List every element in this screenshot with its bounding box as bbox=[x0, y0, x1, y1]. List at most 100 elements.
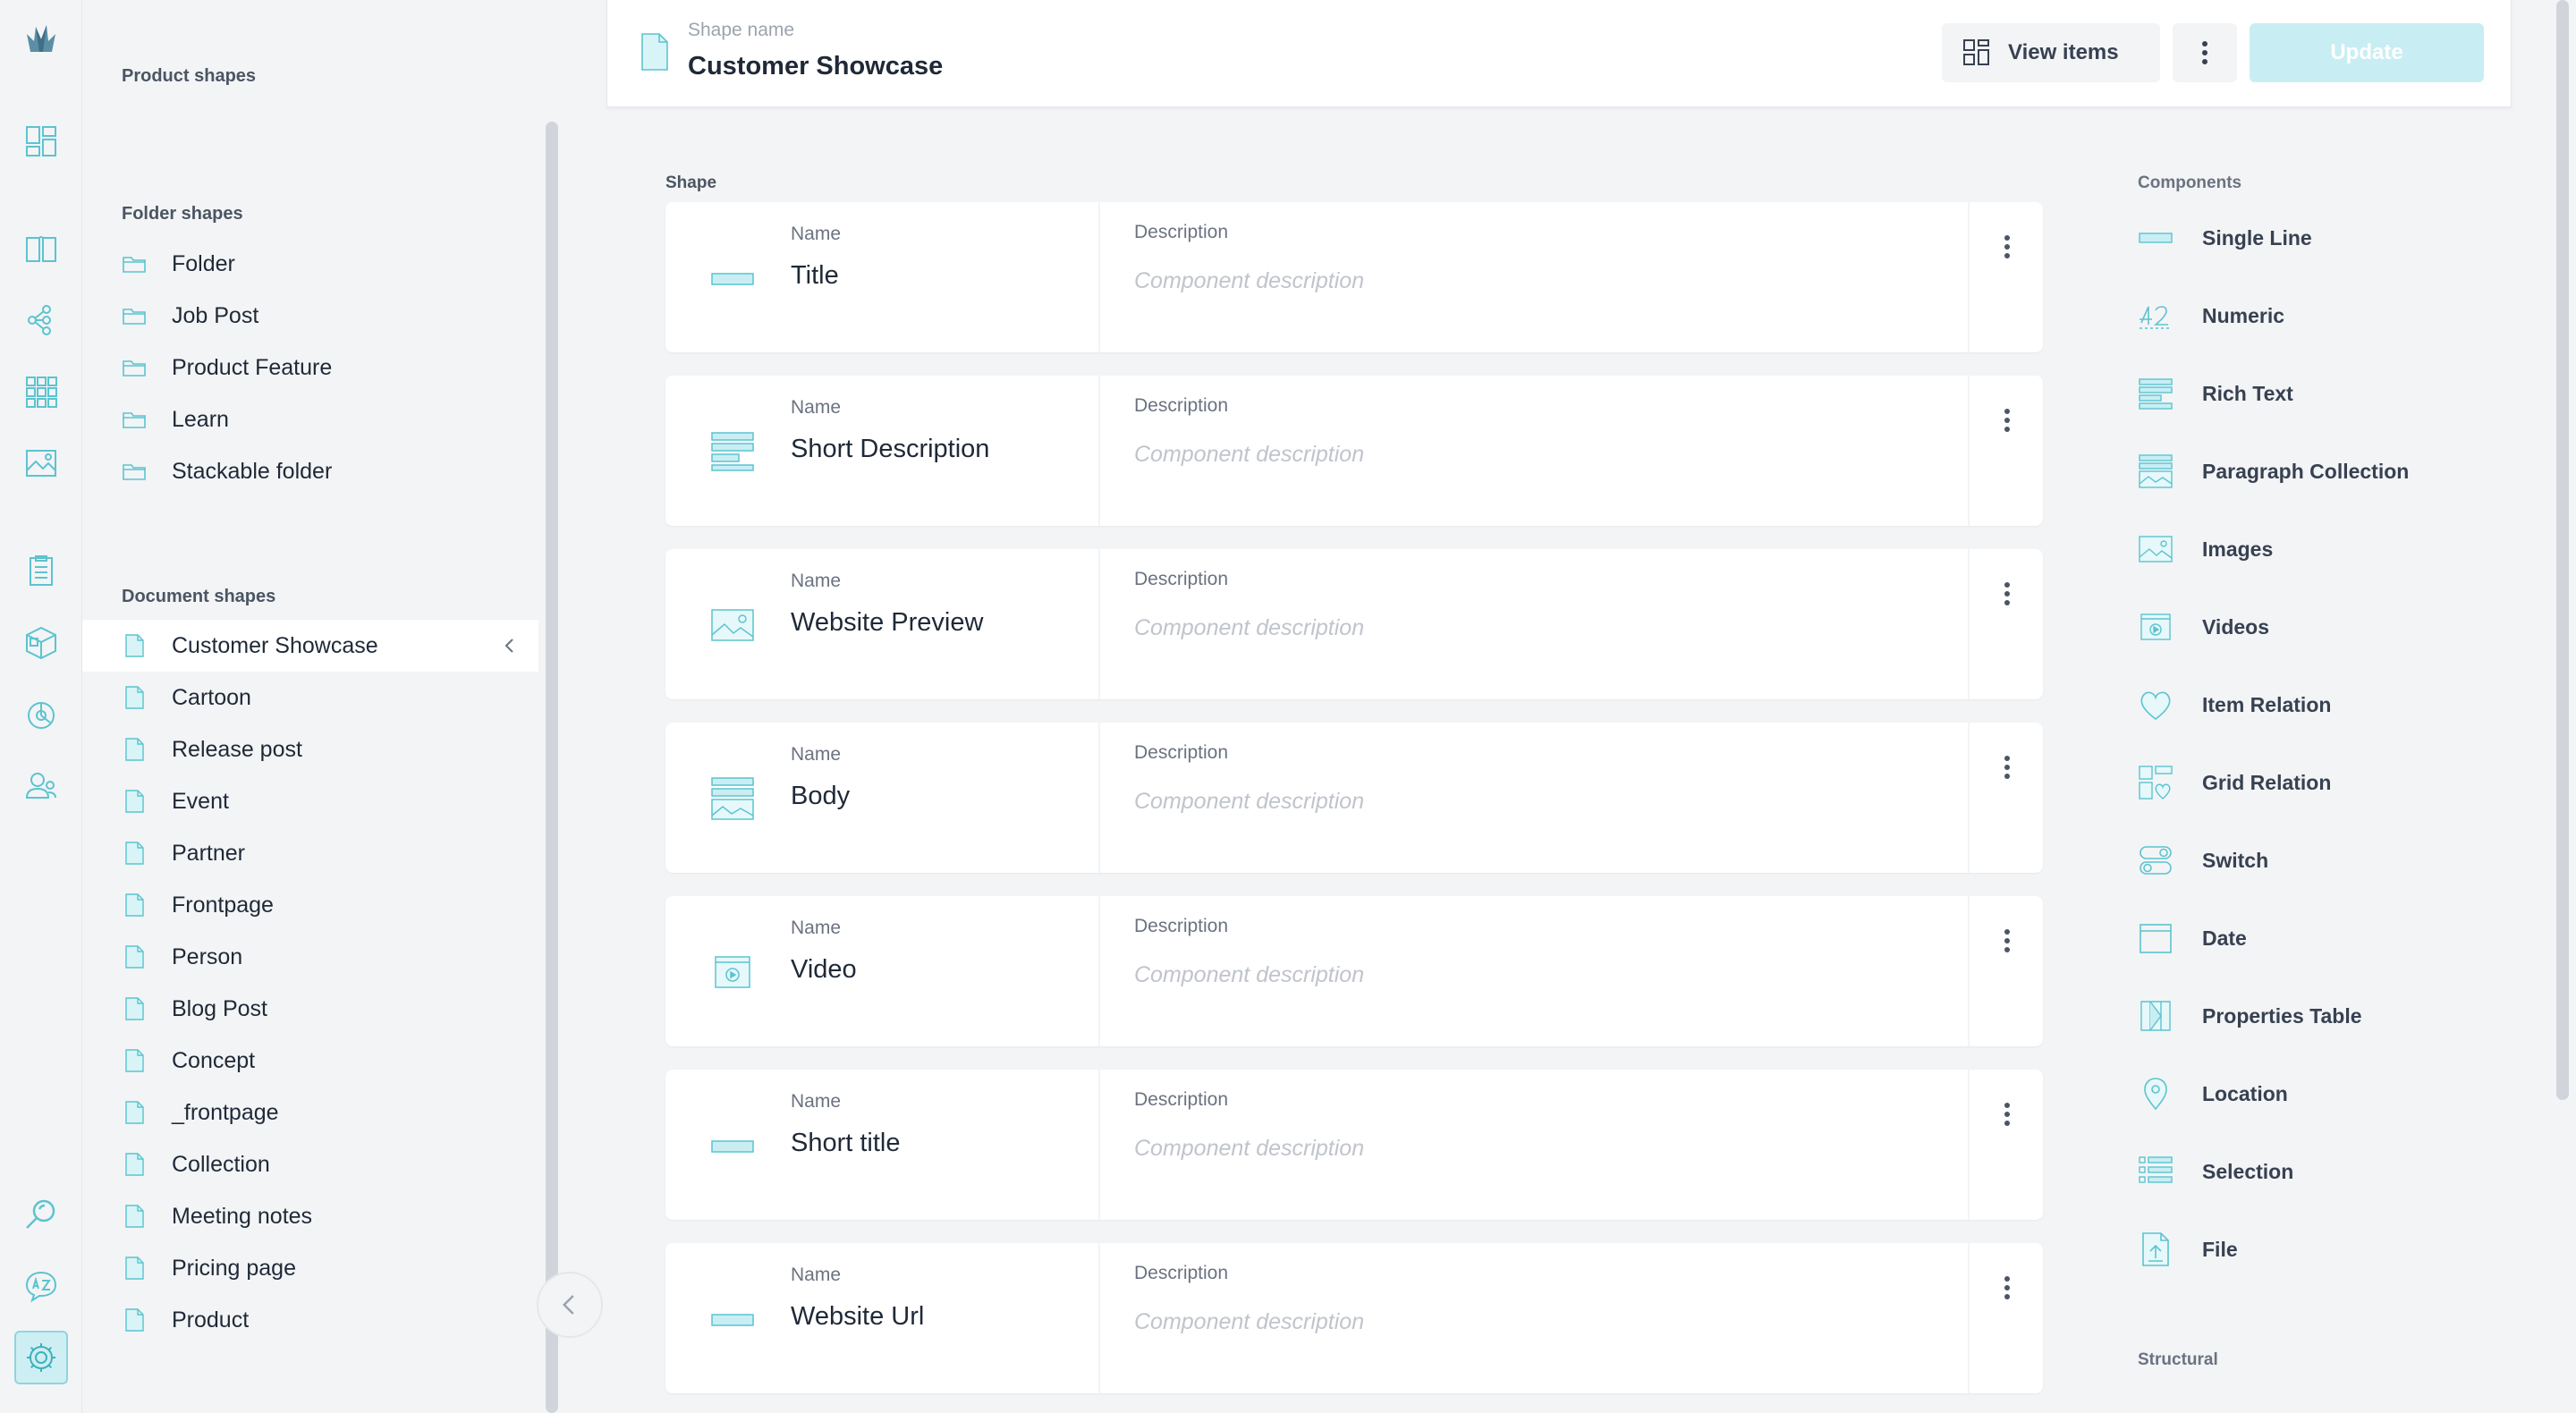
component-description-input[interactable]: Component description bbox=[1134, 615, 1364, 641]
component-name[interactable]: Short Description bbox=[791, 435, 989, 464]
collapse-sidebar-button[interactable] bbox=[537, 1272, 603, 1338]
shape-item-label: Person bbox=[172, 943, 243, 969]
document-icon bbox=[122, 893, 147, 918]
chevron-left-icon[interactable] bbox=[499, 635, 521, 656]
single-line-icon bbox=[710, 1297, 755, 1341]
view-items-button[interactable]: View items bbox=[1942, 23, 2160, 82]
document-icon bbox=[122, 996, 147, 1021]
component-menu-button[interactable] bbox=[1989, 749, 2025, 785]
document-shape-item[interactable]: _frontpage bbox=[82, 1087, 538, 1138]
document-shape-item[interactable]: Cartoon bbox=[82, 672, 538, 723]
document-shape-item[interactable]: Partner bbox=[82, 827, 538, 879]
component-card[interactable]: Name Short Description Description Compo… bbox=[665, 376, 2043, 526]
page-scrollbar[interactable] bbox=[2556, 0, 2569, 1100]
grids-icon[interactable] bbox=[14, 365, 68, 419]
document-icon bbox=[122, 633, 147, 658]
catalogue-icon[interactable] bbox=[14, 222, 68, 275]
palette-item-location[interactable]: Location bbox=[2138, 1067, 2288, 1121]
component-name[interactable]: Website Url bbox=[791, 1302, 924, 1332]
grid-items-icon bbox=[1963, 39, 1989, 65]
crystallize-logo-icon[interactable] bbox=[14, 13, 68, 66]
component-menu-button[interactable] bbox=[1989, 229, 2025, 265]
document-shape-item[interactable]: Release post bbox=[82, 723, 538, 775]
component-menu-button[interactable] bbox=[1989, 402, 2025, 438]
component-description-input[interactable]: Component description bbox=[1134, 268, 1364, 294]
component-menu-button[interactable] bbox=[1989, 576, 2025, 612]
palette-item-item-relation[interactable]: Item Relation bbox=[2138, 678, 2331, 732]
palette-item-file[interactable]: File bbox=[2138, 1223, 2238, 1276]
palette-item-images[interactable]: Images bbox=[2138, 522, 2273, 576]
folder-shape-item[interactable]: Product Feature bbox=[82, 342, 538, 393]
component-card[interactable]: Name Short title Description Component d… bbox=[665, 1070, 2043, 1220]
palette-item-numeric[interactable]: Numeric bbox=[2138, 289, 2284, 343]
document-shape-item[interactable]: Collection bbox=[82, 1138, 538, 1190]
videos-icon bbox=[710, 950, 755, 994]
palette-item-rich-text[interactable]: Rich Text bbox=[2138, 367, 2293, 420]
component-menu-button[interactable] bbox=[1989, 1096, 2025, 1132]
palette-item-grid-relation[interactable]: Grid Relation bbox=[2138, 756, 2331, 809]
customers-icon[interactable] bbox=[14, 758, 68, 812]
palette-item-properties-table[interactable]: Properties Table bbox=[2138, 989, 2362, 1043]
settings-gear-icon[interactable] bbox=[14, 1331, 68, 1384]
folder-shape-item[interactable]: Learn bbox=[82, 393, 538, 445]
shape-item-label: Blog Post bbox=[172, 995, 268, 1021]
component-description-input[interactable]: Component description bbox=[1134, 789, 1364, 815]
divider bbox=[1098, 376, 1100, 526]
document-shape-item[interactable]: Blog Post bbox=[82, 983, 538, 1035]
palette-item-selection[interactable]: Selection bbox=[2138, 1145, 2293, 1198]
topics-icon[interactable] bbox=[14, 293, 68, 347]
fulfilment-icon[interactable] bbox=[14, 615, 68, 669]
properties-table-icon bbox=[2138, 998, 2174, 1034]
dashboard-icon[interactable] bbox=[14, 114, 68, 168]
shape-name-value[interactable]: Customer Showcase bbox=[688, 52, 943, 81]
component-card[interactable]: Name Body Description Component descript… bbox=[665, 723, 2043, 873]
document-shape-item[interactable]: Product bbox=[82, 1294, 538, 1346]
document-shape-item[interactable]: Pricing page bbox=[82, 1242, 538, 1294]
palette-item-switch[interactable]: Switch bbox=[2138, 833, 2268, 887]
component-card[interactable]: Name Video Description Component descrip… bbox=[665, 896, 2043, 1046]
component-name[interactable]: Short title bbox=[791, 1129, 901, 1158]
sidebar-scrollbar[interactable] bbox=[546, 122, 558, 1413]
component-card[interactable]: Name Website Preview Description Compone… bbox=[665, 549, 2043, 699]
orders-icon[interactable] bbox=[14, 544, 68, 597]
document-shape-item[interactable]: Concept bbox=[82, 1035, 538, 1087]
numeric-icon bbox=[2138, 298, 2174, 334]
component-name-label: Name bbox=[791, 1265, 842, 1285]
component-menu-button[interactable] bbox=[1989, 1270, 2025, 1306]
component-name[interactable]: Website Preview bbox=[791, 608, 983, 638]
component-description-input[interactable]: Component description bbox=[1134, 1309, 1364, 1335]
document-shape-item[interactable]: Event bbox=[82, 775, 538, 827]
component-name[interactable]: Body bbox=[791, 782, 850, 811]
shape-item-label: Partner bbox=[172, 840, 245, 866]
component-name[interactable]: Title bbox=[791, 261, 839, 291]
structural-palette-title: Structural bbox=[2138, 1350, 2218, 1369]
grid-relation-icon bbox=[2138, 765, 2174, 800]
component-card[interactable]: Name Title Description Component descrip… bbox=[665, 202, 2043, 352]
search-icon[interactable] bbox=[14, 1188, 68, 1241]
component-description-input[interactable]: Component description bbox=[1134, 962, 1364, 988]
document-shape-item[interactable]: Meeting notes bbox=[82, 1190, 538, 1242]
palette-item-videos[interactable]: Videos bbox=[2138, 600, 2269, 654]
component-card[interactable]: Name Website Url Description Component d… bbox=[665, 1243, 2043, 1393]
more-options-button[interactable] bbox=[2173, 23, 2237, 82]
shape-item-label: Event bbox=[172, 788, 229, 814]
document-shape-item-selected[interactable]: Customer Showcase bbox=[82, 620, 538, 672]
translate-icon[interactable] bbox=[14, 1259, 68, 1313]
folder-shape-item[interactable]: Job Post bbox=[82, 290, 538, 342]
folder-shape-item[interactable]: Stackable folder bbox=[82, 445, 538, 497]
palette-item-date[interactable]: Date bbox=[2138, 911, 2247, 965]
update-button[interactable]: Update bbox=[2250, 23, 2484, 82]
document-shape-item[interactable]: Frontpage bbox=[82, 879, 538, 931]
folder-shape-item[interactable]: Folder bbox=[82, 238, 538, 290]
palette-item-single-line[interactable]: Single Line bbox=[2138, 211, 2312, 265]
usage-icon[interactable] bbox=[14, 687, 68, 740]
component-name[interactable]: Video bbox=[791, 955, 857, 985]
media-icon[interactable] bbox=[14, 436, 68, 490]
component-name-label: Name bbox=[791, 1091, 842, 1112]
document-shape-item[interactable]: Person bbox=[82, 931, 538, 983]
component-description-input[interactable]: Component description bbox=[1134, 442, 1364, 468]
component-menu-button[interactable] bbox=[1989, 923, 2025, 959]
main-nav-rail bbox=[0, 0, 82, 1413]
component-description-input[interactable]: Component description bbox=[1134, 1136, 1364, 1162]
palette-item-paragraph-collection[interactable]: Paragraph Collection bbox=[2138, 444, 2409, 498]
